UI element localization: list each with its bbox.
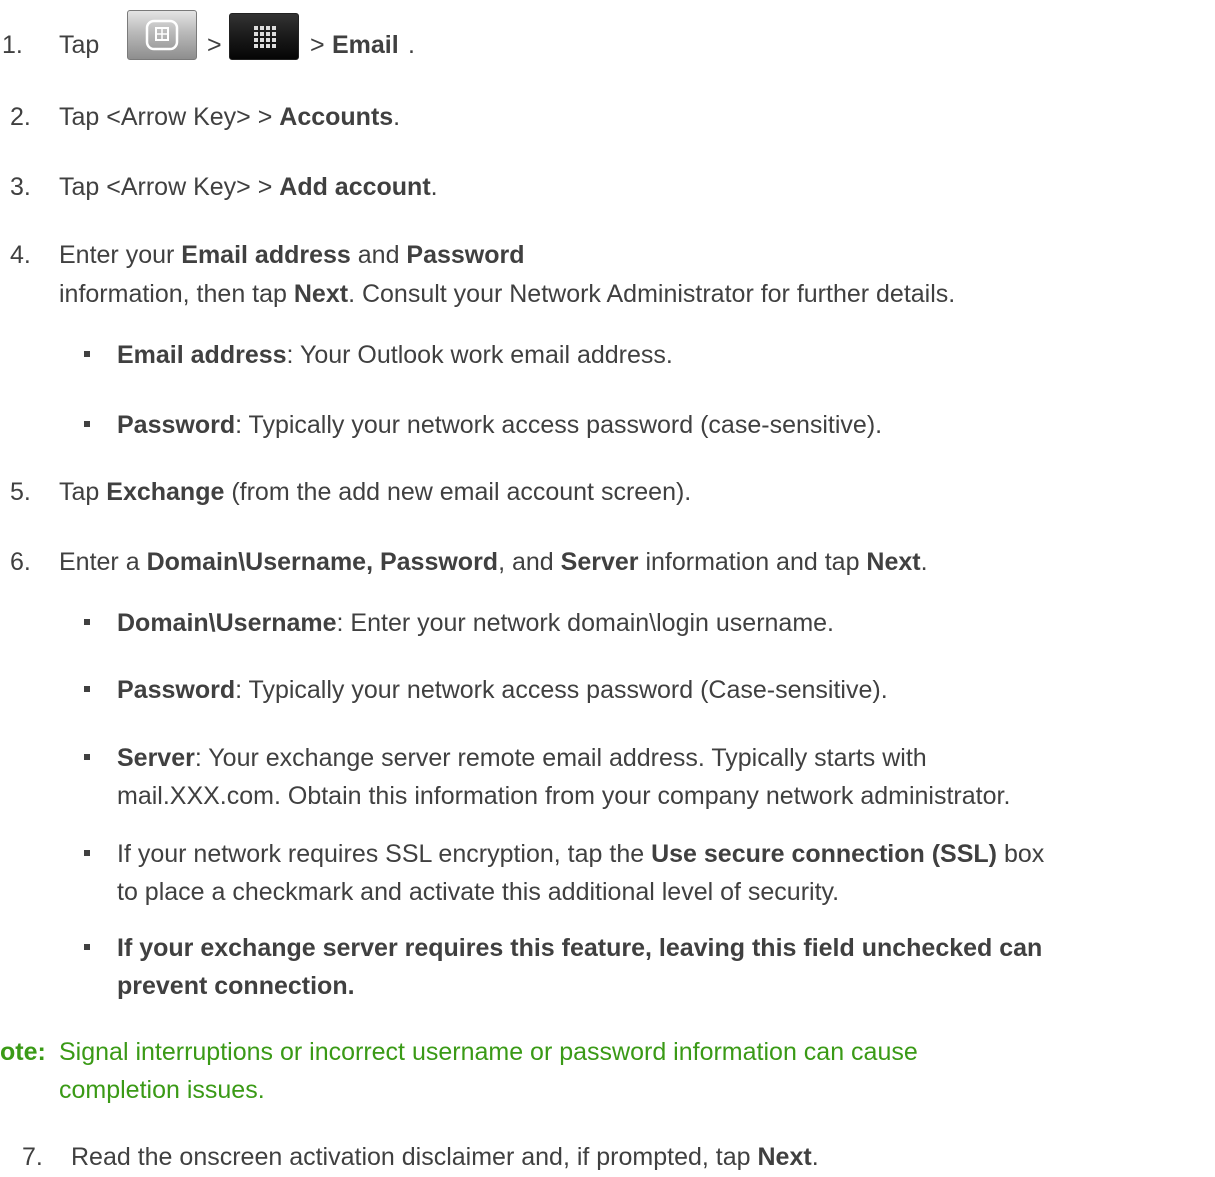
note-text: Signal interruptions or incorrect userna… (59, 1038, 918, 1066)
bullet-text: Email address: Your Outlook work email a… (117, 340, 673, 370)
bullet-description: If your network requires SSL encryption,… (117, 840, 652, 868)
step-number: 7. (22, 1143, 43, 1171)
bullet-keyword: Server (117, 744, 195, 772)
bullet-icon (84, 421, 90, 427)
bullet-icon (84, 850, 90, 856)
bullet-text: Password: Typically your network access … (117, 675, 888, 705)
step-keyword: Email address (181, 241, 351, 269)
bullet-keyword: Domain\Username (117, 609, 337, 637)
step-keyword: Server (560, 548, 639, 576)
bullet-keyword: Password (117, 676, 236, 704)
step-text: Read the onscreen activation disclaimer … (71, 1142, 819, 1172)
step-end: . (393, 103, 401, 131)
step-keyword: Next (757, 1143, 812, 1171)
note-label: ote: (0, 1037, 46, 1067)
step-text: Tap <Arrow Key> > Add account. (59, 172, 438, 202)
bullet-keyword: Email address (117, 341, 287, 369)
bullet-icon (84, 754, 90, 760)
bullet-icon (84, 619, 90, 625)
bullet-text: to place a checkmark and activate this a… (117, 878, 840, 906)
step-text-pre: information, then tap (59, 280, 294, 308)
step-number: 1. (2, 31, 23, 59)
step-keyword: Password (406, 241, 525, 269)
step-text-post: (from the add new email account screen). (224, 478, 692, 506)
separator: > (310, 31, 325, 59)
step-text-pre: Tap (59, 478, 107, 506)
bullet-text: If your exchange server requires this fe… (117, 934, 1043, 962)
apps-grid-icon (229, 13, 299, 60)
step-number: 4. (10, 241, 31, 269)
step-text: information, then tap Next. Consult your… (59, 279, 955, 309)
bullet-text: mail.XXX.com. Obtain this information fr… (117, 782, 1011, 810)
step-text-pre: Enter a (59, 548, 147, 576)
bullet-description: : Typically your network access password… (235, 411, 883, 439)
step-number: 5. (10, 478, 31, 506)
step-number: 3. (10, 173, 31, 201)
step-number: 2. (10, 103, 31, 131)
step-keyword: Domain\Username, Password (146, 548, 499, 576)
bullet-description: : Your exchange server remote email addr… (194, 744, 927, 772)
step-end: . (920, 548, 928, 576)
step-text: Enter your Email address and Password (59, 240, 525, 270)
bullet-icon (84, 351, 90, 357)
note-label-text: ote (0, 1038, 38, 1066)
step-text: Enter a Domain\Username, Password, and S… (59, 547, 928, 577)
step-text-pre: Enter your (59, 241, 182, 269)
step-end: . (430, 173, 438, 201)
step-text-pre: Read the onscreen activation disclaimer … (71, 1143, 758, 1171)
step-text: Tap Exchange (from the add new email acc… (59, 477, 691, 507)
step-keyword: Add account (279, 173, 431, 201)
step-text: Tap (59, 31, 100, 59)
bullet-text: If your network requires SSL encryption,… (117, 839, 1044, 869)
step-keyword: Accounts (279, 103, 394, 131)
bullet-icon (84, 686, 90, 692)
step-text-mid: information and tap (638, 548, 867, 576)
bullet-keyword: Use secure connection (SSL) (651, 840, 998, 868)
step-end: . (811, 1143, 819, 1171)
step-number: 6. (10, 548, 31, 576)
bullet-text: Domain\Username: Enter your network doma… (117, 608, 834, 638)
bullet-text: Server: Your exchange server remote emai… (117, 743, 927, 773)
bullet-text: Password: Typically your network access … (117, 410, 882, 440)
step-text: Tap <Arrow Key> > Accounts. (59, 102, 400, 132)
step-keyword: Next (866, 548, 921, 576)
bullet-keyword: Password (117, 411, 236, 439)
bullet-description: : Typically your network access password… (235, 676, 888, 704)
step-text-post: . Consult your Network Administrator for… (348, 280, 956, 308)
step-keyword: Next (293, 280, 349, 308)
step-text-pre: Tap <Arrow Key> > (59, 103, 280, 131)
separator: > (207, 31, 222, 59)
note-label-colon: : (37, 1038, 46, 1066)
bullet-description: : Enter your network domain\login userna… (336, 609, 835, 637)
bullet-description: box (997, 840, 1045, 868)
note-text: completion issues. (59, 1076, 265, 1104)
bullet-text: prevent connection. (117, 972, 355, 1000)
bullet-description: : Your Outlook work email address. (286, 341, 673, 369)
step-end: . (408, 31, 415, 59)
home-key-icon (127, 10, 197, 60)
bullet-icon (84, 944, 90, 950)
step-keyword: Email (332, 31, 399, 59)
step-text-mid: , and (498, 548, 561, 576)
step-text-mid: and (350, 241, 407, 269)
step-text-pre: Tap <Arrow Key> > (59, 173, 280, 201)
step-keyword: Exchange (106, 478, 225, 506)
